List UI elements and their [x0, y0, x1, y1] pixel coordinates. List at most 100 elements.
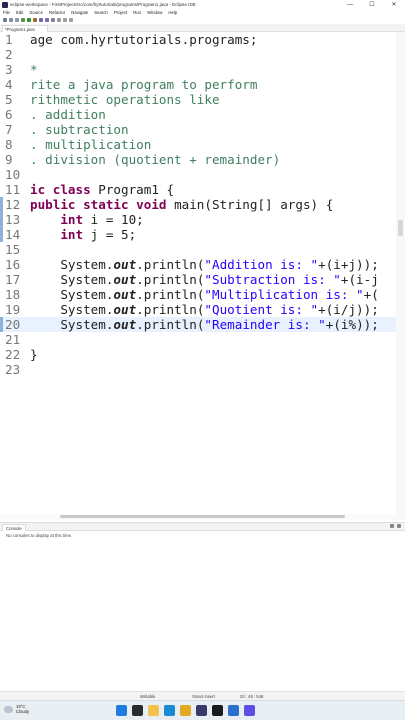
code-line[interactable]: 5 rithmetic operations like: [0, 92, 396, 107]
code-token: "Addition is: ": [204, 257, 319, 272]
code-text[interactable]: System.out.println("Remainder is: "+(i%)…: [30, 317, 378, 332]
code-text[interactable]: rithmetic operations like: [30, 92, 220, 107]
new-icon[interactable]: [3, 18, 7, 22]
code-text[interactable]: ic class Program1 {: [30, 182, 174, 197]
edge-icon[interactable]: [164, 705, 175, 716]
new-class-icon[interactable]: [51, 18, 55, 22]
chrome-icon[interactable]: [180, 705, 191, 716]
task-view-icon[interactable]: [132, 705, 143, 716]
code-line[interactable]: 11 ic class Program1 {: [0, 182, 396, 197]
weather-widget[interactable]: 19°C Cloudy: [4, 704, 29, 714]
code-line[interactable]: 7 . subtraction: [0, 122, 396, 137]
code-line[interactable]: 17 System.out.println("Subtraction is: "…: [0, 272, 396, 287]
app-icon[interactable]: [228, 705, 239, 716]
console-tab[interactable]: Console: [2, 524, 26, 531]
forward-icon[interactable]: [69, 18, 73, 22]
code-line[interactable]: 19 System.out.println("Quotient is: "+(i…: [0, 302, 396, 317]
scroll-thumb[interactable]: [398, 220, 403, 236]
code-line[interactable]: 10: [0, 167, 396, 182]
code-line[interactable]: 20 System.out.println("Remainder is: "+(…: [0, 317, 396, 332]
code-text[interactable]: System.out.println("Multiplication is: "…: [30, 287, 378, 302]
code-token: int: [30, 212, 91, 227]
line-number: 20: [5, 317, 21, 332]
code-token: "Remainder is: ": [204, 317, 326, 332]
editor-horizontal-scrollbar[interactable]: [0, 514, 396, 520]
menu-window[interactable]: Window: [147, 10, 162, 15]
menu-refactor[interactable]: Refactor: [49, 10, 65, 15]
menu-help[interactable]: Help: [168, 10, 177, 15]
debug-icon[interactable]: [21, 18, 25, 22]
code-editor[interactable]: 1 age com.hyrtutorials.programs; 2 3 * 4 rite …: [0, 32, 396, 520]
code-line[interactable]: 15: [0, 242, 396, 257]
code-line[interactable]: 16 System.out.println("Addition is: "+(i…: [0, 257, 396, 272]
code-text[interactable]: *: [30, 62, 38, 77]
search-icon[interactable]: [57, 18, 61, 22]
change-marker: [0, 212, 3, 227]
code-line[interactable]: 18 System.out.println("Multiplication is…: [0, 287, 396, 302]
code-line[interactable]: 22}: [0, 347, 396, 362]
menu-file[interactable]: File: [3, 10, 10, 15]
eclipse-taskbar-icon[interactable]: [196, 705, 207, 716]
code-line[interactable]: 13 int i = 10;: [0, 212, 396, 227]
code-line[interactable]: 9 . division (quotient + remainder): [0, 152, 396, 167]
change-marker: [0, 197, 3, 212]
menu-source[interactable]: Source: [29, 10, 43, 15]
window-title: eclipse-workspace - FirstProject/src/com…: [10, 2, 196, 7]
console-view: No consoles to display at this time.: [0, 531, 405, 691]
save-all-icon[interactable]: [15, 18, 19, 22]
run-icon[interactable]: [27, 18, 31, 22]
menu-run[interactable]: Run: [133, 10, 141, 15]
code-token: . multiplication: [30, 137, 152, 152]
new-package-icon[interactable]: [45, 18, 49, 22]
code-line[interactable]: 8 . multiplication: [0, 137, 396, 152]
menu-edit[interactable]: Edit: [16, 10, 23, 15]
minimize-button[interactable]: —: [339, 2, 361, 8]
app-icon[interactable]: [244, 705, 255, 716]
maximize-button[interactable]: ☐: [361, 1, 383, 8]
code-text[interactable]: . subtraction: [30, 122, 129, 137]
external-tools-icon[interactable]: [33, 18, 37, 22]
menu-search[interactable]: Search: [94, 10, 108, 15]
scroll-thumb[interactable]: [60, 515, 345, 518]
code-line[interactable]: 12 public static void main(String[] args)…: [0, 197, 396, 212]
code-text[interactable]: System.out.println("Quotient is: "+(i/j)…: [30, 302, 378, 317]
code-token: .println(: [136, 257, 205, 272]
close-button[interactable]: ✕: [383, 1, 405, 8]
editor-vertical-scrollbar[interactable]: [396, 32, 405, 520]
code-line[interactable]: 14 int j = 5;: [0, 227, 396, 242]
code-line[interactable]: 4 rite a java program to perform: [0, 77, 396, 92]
code-text[interactable]: age com.hyrtutorials.programs;: [30, 32, 257, 47]
code-text[interactable]: }: [30, 347, 38, 362]
code-text[interactable]: rite a java program to perform: [30, 77, 257, 92]
back-icon[interactable]: [63, 18, 67, 22]
minimize-view-icon[interactable]: [390, 524, 394, 528]
save-icon[interactable]: [9, 18, 13, 22]
code-text[interactable]: . multiplication: [30, 137, 151, 152]
code-token: *: [30, 62, 38, 77]
code-text[interactable]: . addition: [30, 107, 106, 122]
code-text[interactable]: System.out.println("Subtraction is: "+(i…: [30, 272, 378, 287]
new-java-project-icon[interactable]: [39, 18, 43, 22]
line-number: 8: [5, 137, 13, 152]
code-text[interactable]: System.out.println("Addition is: "+(i+j)…: [30, 257, 378, 272]
code-line[interactable]: 6 . addition: [0, 107, 396, 122]
code-token: System.: [30, 287, 114, 302]
maximize-view-icon[interactable]: [397, 524, 401, 528]
code-line[interactable]: 2: [0, 47, 396, 62]
menu-navigate[interactable]: Navigate: [71, 10, 88, 15]
code-line[interactable]: 3 *: [0, 62, 396, 77]
code-line[interactable]: 1 age com.hyrtutorials.programs;: [0, 32, 396, 47]
windows-start-icon[interactable]: [116, 705, 127, 716]
code-line[interactable]: 23: [0, 362, 396, 377]
console-tab-bar: Console: [0, 522, 405, 531]
editor-tab-program1[interactable]: *Program1.java: [2, 25, 48, 32]
line-number: 18: [5, 287, 21, 302]
code-text[interactable]: public static void main(String[] args) {: [30, 197, 333, 212]
code-text[interactable]: . division (quotient + remainder): [30, 152, 280, 167]
code-text[interactable]: int j = 5;: [30, 227, 136, 242]
code-text[interactable]: int i = 10;: [30, 212, 143, 227]
file-explorer-icon[interactable]: [148, 705, 159, 716]
code-line[interactable]: 21: [0, 332, 396, 347]
terminal-icon[interactable]: [212, 705, 223, 716]
menu-project[interactable]: Project: [114, 10, 127, 15]
